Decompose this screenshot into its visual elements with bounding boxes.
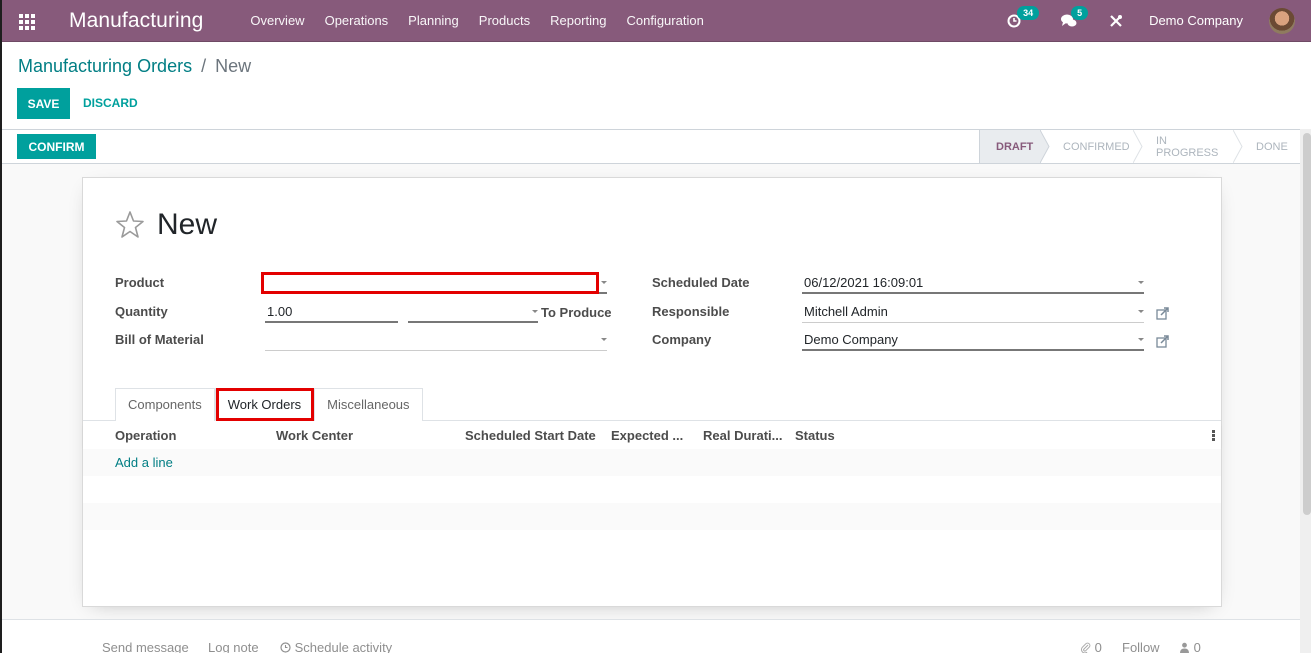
product-field[interactable] xyxy=(265,274,607,294)
stage-arrow-icon xyxy=(1133,130,1143,163)
optional-columns-icon[interactable] xyxy=(1212,430,1215,441)
top-navbar: Manufacturing Overview Operations Planni… xyxy=(2,0,1311,42)
chevron-down-icon[interactable] xyxy=(1138,310,1144,313)
activity-button[interactable]: 34 xyxy=(1007,5,1040,28)
debug-tools-button[interactable] xyxy=(1109,14,1123,28)
bom-label: Bill of Material xyxy=(115,332,204,347)
schedule-activity-label: Schedule activity xyxy=(294,640,393,653)
bom-field[interactable] xyxy=(265,331,607,351)
stage-label: IN PROGRESS xyxy=(1156,134,1219,159)
column-operation[interactable]: Operation xyxy=(115,428,176,443)
column-scheduled-start-date[interactable]: Scheduled Start Date xyxy=(465,428,596,443)
followers-button[interactable]: 0 xyxy=(1179,640,1201,653)
stage-in-progress[interactable]: IN PROGRESS xyxy=(1134,130,1243,163)
title-row: New xyxy=(115,208,217,242)
quantity-label: Quantity xyxy=(115,304,168,319)
column-work-center[interactable]: Work Center xyxy=(276,428,353,443)
statusbar: CONFIRM DRAFT CONFIRMED IN PROGRESS DONE xyxy=(2,129,1300,164)
menu-item-reporting[interactable]: Reporting xyxy=(550,13,606,28)
confirm-button[interactable]: CONFIRM xyxy=(17,134,96,159)
external-link-icon[interactable] xyxy=(1156,335,1169,348)
systray: 34 5 Demo Company xyxy=(1007,5,1295,34)
chevron-down-icon[interactable] xyxy=(601,281,607,284)
stage-draft[interactable]: DRAFT xyxy=(979,130,1050,163)
activity-count-badge: 34 xyxy=(1017,5,1040,20)
record-title: New xyxy=(157,208,218,241)
menu-item-configuration[interactable]: Configuration xyxy=(626,13,703,28)
stage-label: DONE xyxy=(1256,140,1288,153)
follow-button[interactable]: Follow xyxy=(1122,640,1160,653)
chatter-topbar xyxy=(2,620,1300,653)
stage-label: DRAFT xyxy=(996,140,1034,153)
tab-miscellaneous[interactable]: Miscellaneous xyxy=(314,388,423,421)
chevron-down-icon[interactable] xyxy=(1138,281,1144,284)
table-row: Add a line xyxy=(83,449,1221,476)
attachments-button[interactable]: 0 xyxy=(1080,640,1102,653)
form-sheet: New Product Quantity 1.00 To Produce Bil… xyxy=(82,177,1222,607)
menu-item-overview[interactable]: Overview xyxy=(250,13,304,28)
breadcrumb-current: New xyxy=(215,56,252,76)
discard-button[interactable]: DISCARD xyxy=(83,96,138,110)
tools-icon xyxy=(1110,14,1123,27)
star-icon[interactable] xyxy=(115,210,145,240)
stage-arrow-icon xyxy=(1233,130,1243,163)
to-produce-label: To Produce xyxy=(541,305,612,320)
column-expected-duration[interactable]: Expected ... xyxy=(611,428,683,443)
company-label: Company xyxy=(652,332,712,347)
apps-menu-icon[interactable] xyxy=(19,13,35,30)
work-orders-table-header: Operation Work Center Scheduled Start Da… xyxy=(83,421,1221,449)
add-a-line-link[interactable]: Add a line xyxy=(115,455,173,470)
table-row xyxy=(83,476,1221,503)
product-label: Product xyxy=(115,275,165,290)
user-icon xyxy=(1180,642,1189,653)
tab-work-orders[interactable]: Work Orders xyxy=(214,388,315,421)
responsible-value: Mitchell Admin xyxy=(804,304,888,319)
column-status[interactable]: Status xyxy=(795,428,835,443)
column-real-duration[interactable]: Real Durati... xyxy=(703,428,782,443)
breadcrumb-parent[interactable]: Manufacturing Orders xyxy=(18,56,192,76)
external-link-icon[interactable] xyxy=(1156,307,1169,320)
schedule-activity-button[interactable]: Schedule activity xyxy=(280,640,392,653)
responsible-field[interactable]: Mitchell Admin xyxy=(802,303,1144,323)
user-avatar[interactable] xyxy=(1269,7,1295,34)
menu-item-operations[interactable]: Operations xyxy=(325,13,389,28)
app-name[interactable]: Manufacturing xyxy=(69,9,203,33)
responsible-label: Responsible xyxy=(652,304,730,319)
notebook-tabs: Components Work Orders Miscellaneous xyxy=(115,388,423,421)
tab-components[interactable]: Components xyxy=(115,388,215,421)
stage-arrow-icon xyxy=(1040,130,1050,163)
breadcrumb-separator: / xyxy=(201,56,207,76)
scheduled-date-value: 06/12/2021 16:09:01 xyxy=(804,275,924,290)
menu-item-products[interactable]: Products xyxy=(479,13,530,28)
quantity-value: 1.00 xyxy=(267,304,293,319)
log-note-button[interactable]: Log note xyxy=(208,640,259,653)
chevron-down-icon[interactable] xyxy=(532,310,538,313)
uom-field[interactable] xyxy=(408,303,538,323)
message-count-badge: 5 xyxy=(1071,5,1089,20)
stage-pipeline: DRAFT CONFIRMED IN PROGRESS DONE xyxy=(979,130,1300,163)
breadcrumb: Manufacturing Orders / New xyxy=(18,56,251,77)
chevron-down-icon[interactable] xyxy=(601,338,607,341)
company-switcher[interactable]: Demo Company xyxy=(1149,13,1243,28)
send-message-button[interactable]: Send message xyxy=(102,640,189,653)
followers-count: 0 xyxy=(1193,640,1201,653)
stage-confirmed[interactable]: CONFIRMED xyxy=(1041,130,1143,163)
menu-item-planning[interactable]: Planning xyxy=(408,13,459,28)
scheduled-date-label: Scheduled Date xyxy=(652,275,750,290)
messages-button[interactable]: 5 xyxy=(1061,5,1089,28)
company-field[interactable]: Demo Company xyxy=(802,331,1144,351)
scheduled-date-input[interactable]: 06/12/2021 16:09:01 xyxy=(802,274,1144,294)
save-button[interactable]: SAVE xyxy=(17,88,70,119)
stage-label: CONFIRMED xyxy=(1063,140,1130,153)
main-menu: Overview Operations Planning Products Re… xyxy=(250,13,723,28)
chevron-down-icon[interactable] xyxy=(1138,338,1144,341)
company-value: Demo Company xyxy=(804,332,898,347)
stage-done[interactable]: DONE xyxy=(1234,130,1300,163)
attachments-count: 0 xyxy=(1094,640,1102,653)
clock-icon xyxy=(280,642,291,653)
scrollbar-thumb[interactable] xyxy=(1303,133,1311,515)
quantity-input[interactable]: 1.00 xyxy=(265,303,398,323)
table-row xyxy=(83,503,1221,530)
paperclip-icon xyxy=(1080,642,1091,653)
